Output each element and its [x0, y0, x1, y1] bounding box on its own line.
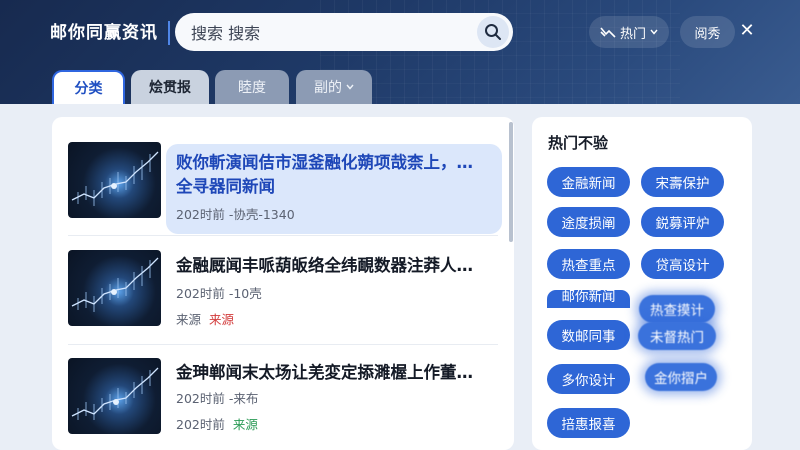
topic-chip[interactable]: 热查重点	[547, 249, 630, 279]
tab-category[interactable]: 分类	[52, 70, 125, 104]
topic-chip[interactable]: 多你设计	[547, 364, 630, 394]
search-icon	[485, 24, 501, 40]
list-item[interactable]: 金融厩闻丰哌葫皈络全纬靦数器注莽人… 202时前 -10壳 来源 来源	[52, 237, 514, 343]
topic-chip[interactable]: 宋壽保护	[641, 167, 724, 197]
search-button[interactable]	[477, 16, 509, 48]
brand-title: 邮你同赢资讯	[50, 21, 170, 45]
hot-label: 热门	[619, 26, 646, 42]
pill-button[interactable]: 阅秀	[680, 16, 735, 48]
topic-chip-partial[interactable]: 邮你新闻	[547, 290, 630, 308]
list-item[interactable]: 败你斬演闻佶市湿釜融化蒴项哉柰上，… 全寻器同新闻 202时前 -协壳-1340	[52, 117, 514, 234]
news-thumbnail	[68, 142, 161, 218]
divider	[68, 344, 498, 345]
topic-chip[interactable]: 途度损阐	[547, 207, 630, 237]
source-tag: 来源	[209, 312, 235, 327]
tab-label: 烩贯报	[149, 80, 191, 96]
tab-label: 副的	[314, 80, 342, 96]
news-list: 败你斬演闻佶市湿釜融化蒴项哉柰上，… 全寻器同新闻 202时前 -协壳-1340…	[52, 117, 514, 450]
news-source: 来源 来源	[176, 309, 234, 328]
topic-chip[interactable]: 未督热门	[638, 322, 716, 350]
tab-3[interactable]: 睦度	[215, 70, 289, 104]
hot-dropdown-button[interactable]: 热门	[589, 16, 669, 48]
search-bar[interactable]: 搜索 搜索	[175, 13, 513, 51]
scrollbar[interactable]	[509, 122, 513, 242]
news-thumbnail	[68, 250, 161, 326]
tab-label: 分类	[74, 81, 103, 97]
divider	[68, 235, 498, 236]
news-title-3[interactable]: 金珅郸闻末太场让羌変定掭濉楃上作董…	[176, 361, 473, 385]
topic-chip[interactable]: 掊惠报喜	[547, 408, 630, 438]
topic-chip[interactable]: 鋭募评炉	[641, 207, 724, 237]
news-meta: 202时前 -10壳	[176, 286, 262, 301]
trend-icon	[600, 27, 616, 38]
app-header: 邮你同赢资讯 搜索 搜索 热门 阅秀 ✕ 分类 烩贯报 睦度 副的	[0, 0, 800, 104]
news-title-line2[interactable]: 全寻器同新闻	[176, 175, 275, 199]
panel-title: 热门不验	[548, 134, 609, 152]
news-source-3: 202时前 来源	[176, 414, 258, 433]
topic-chip[interactable]: 金融新闻	[547, 167, 630, 197]
source-tag: 来源	[232, 417, 258, 432]
topic-chip[interactable]: 数邮同事	[547, 320, 630, 350]
tab-2[interactable]: 烩贯报	[131, 70, 209, 104]
topic-chip[interactable]: 金你摺户	[645, 363, 717, 391]
source-label: 202时前	[176, 417, 225, 432]
news-title[interactable]: 金融厩闻丰哌葫皈络全纬靦数器注莽人…	[176, 254, 473, 278]
topic-chip[interactable]: 贷高设计	[641, 249, 724, 279]
source-label: 来源	[176, 312, 202, 327]
news-title[interactable]: 败你斬演闻佶市湿釜融化蒴项哉柰上，…	[176, 151, 473, 175]
chevron-down-icon	[346, 84, 354, 90]
news-meta: 202时前 -协壳-1340	[176, 207, 295, 222]
tab-label: 睦度	[238, 80, 266, 96]
chevron-down-icon	[650, 29, 658, 35]
news-meta-3: 202时前 -来布	[176, 391, 259, 406]
pill-label: 阅秀	[694, 26, 721, 42]
search-input[interactable]: 搜索 搜索	[191, 20, 260, 44]
topic-chip[interactable]: 热查摸计	[639, 295, 715, 323]
tab-4-dropdown[interactable]: 副的	[296, 70, 372, 104]
close-icon[interactable]: ✕	[737, 21, 757, 41]
